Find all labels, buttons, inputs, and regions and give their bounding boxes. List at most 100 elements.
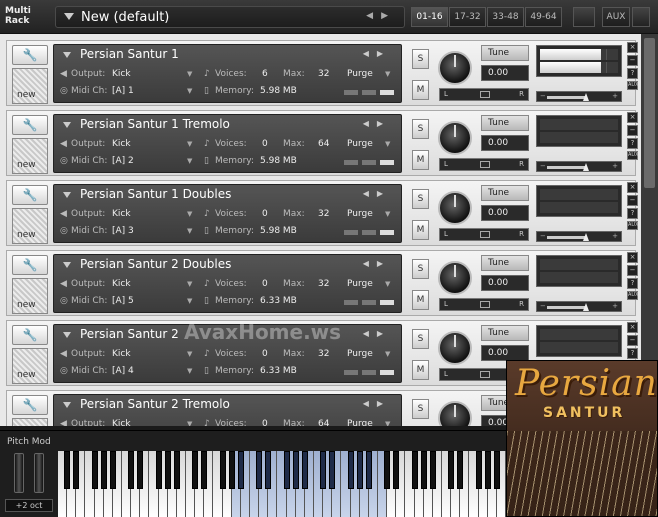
rack-close-icon[interactable] (632, 7, 650, 27)
aux-toggle[interactable]: AUX (627, 291, 639, 300)
midi-value[interactable]: [A] 1 (112, 86, 134, 96)
purge-button[interactable]: Purge (347, 279, 373, 289)
wrench-icon[interactable]: 🔧 (12, 395, 48, 415)
tune-value[interactable]: 0.00 (481, 135, 529, 151)
pan-handle[interactable] (480, 231, 490, 238)
black-key[interactable] (320, 451, 327, 489)
instrument-nav-arrows[interactable]: ◀▶ (363, 399, 391, 408)
mute-button[interactable]: M (412, 150, 429, 170)
aux-toggle[interactable]: AUX (627, 81, 639, 90)
black-key[interactable] (420, 451, 427, 489)
black-key[interactable] (283, 451, 290, 489)
pan-handle[interactable] (480, 161, 490, 168)
instrument-thumbnail[interactable]: new (12, 278, 48, 314)
black-key[interactable] (228, 451, 235, 489)
black-key[interactable] (137, 451, 144, 489)
wrench-icon[interactable]: 🔧 (12, 45, 48, 65)
prev-arrow-icon[interactable]: ◀ (363, 399, 377, 408)
midi-dropdown-icon[interactable]: ▼ (187, 87, 192, 95)
black-key[interactable] (384, 451, 391, 489)
aux-button[interactable]: AUX (602, 7, 630, 27)
midi-dropdown-icon[interactable]: ▼ (187, 297, 192, 305)
purge-button[interactable]: Purge (347, 209, 373, 219)
purge-dropdown-icon[interactable]: ▼ (385, 280, 390, 288)
chevron-down-icon[interactable] (64, 13, 74, 20)
aux-toggle[interactable]: AUX (627, 151, 639, 160)
purge-dropdown-icon[interactable]: ▼ (385, 140, 390, 148)
mute-button[interactable]: M (412, 80, 429, 100)
pan-handle[interactable] (480, 301, 490, 308)
max-value[interactable]: 32 (318, 349, 329, 359)
help-icon[interactable]: ? (627, 208, 638, 219)
prev-arrow-icon[interactable]: ◀ (363, 259, 377, 268)
black-key[interactable] (365, 451, 372, 489)
next-arrow-icon[interactable]: ▶ (377, 329, 391, 338)
instrument-nav-arrows[interactable]: ◀▶ (363, 189, 391, 198)
piano-keyboard[interactable] (58, 451, 506, 517)
instrument-name[interactable]: Persian Santur 2 Doubles (80, 257, 231, 271)
prev-arrow-icon[interactable]: ◀ (363, 189, 377, 198)
instrument-nav-arrows[interactable]: ◀▶ (363, 49, 391, 58)
black-key[interactable] (73, 451, 80, 489)
midi-value[interactable]: [A] 2 (112, 156, 134, 166)
purge-button[interactable]: Purge (347, 349, 373, 359)
tune-knob[interactable] (438, 191, 472, 225)
tune-knob[interactable] (438, 401, 472, 426)
instrument-thumbnail[interactable]: new (12, 68, 48, 104)
close-icon[interactable]: × (627, 182, 638, 193)
instrument-thumbnail[interactable]: new (12, 138, 48, 174)
instrument-name[interactable]: Persian Santur 1 (80, 47, 179, 61)
wrench-icon[interactable]: 🔧 (12, 255, 48, 275)
black-key[interactable] (192, 451, 199, 489)
instrument-nav-arrows[interactable]: ◀▶ (363, 259, 391, 268)
output-dropdown-icon[interactable]: ▼ (187, 350, 192, 358)
solo-button[interactable]: S (412, 259, 429, 279)
max-value[interactable]: 32 (318, 69, 329, 79)
pan-handle[interactable] (480, 91, 490, 98)
mute-button[interactable]: M (412, 290, 429, 310)
pan-slider[interactable]: LR (439, 298, 529, 311)
tune-knob[interactable] (438, 121, 472, 155)
output-dropdown-icon[interactable]: ▼ (187, 140, 192, 148)
close-icon[interactable]: × (627, 112, 638, 123)
black-key[interactable] (219, 451, 226, 489)
volume-handle[interactable] (583, 233, 589, 241)
output-dropdown-icon[interactable]: ▼ (187, 280, 192, 288)
purge-dropdown-icon[interactable]: ▼ (385, 420, 390, 426)
close-icon[interactable]: × (627, 252, 638, 263)
midi-value[interactable]: [A] 4 (112, 366, 134, 376)
max-value[interactable]: 64 (318, 419, 329, 426)
minimize-icon[interactable]: − (627, 335, 638, 346)
black-key[interactable] (256, 451, 263, 489)
black-key[interactable] (356, 451, 363, 489)
volume-slider[interactable]: −+ (536, 301, 622, 312)
solo-button[interactable]: S (412, 399, 429, 419)
black-key[interactable] (201, 451, 208, 489)
purge-dropdown-icon[interactable]: ▼ (385, 210, 390, 218)
wrench-icon[interactable]: 🔧 (12, 115, 48, 135)
chevron-down-icon[interactable] (63, 192, 71, 198)
black-key[interactable] (173, 451, 180, 489)
tune-value[interactable]: 0.00 (481, 205, 529, 221)
midi-dropdown-icon[interactable]: ▼ (187, 227, 192, 235)
instrument-thumbnail[interactable]: new (12, 418, 48, 426)
tune-knob[interactable] (438, 261, 472, 295)
volume-handle[interactable] (583, 93, 589, 101)
chevron-down-icon[interactable] (63, 262, 71, 268)
solo-button[interactable]: S (412, 189, 429, 209)
midi-dropdown-icon[interactable]: ▼ (187, 367, 192, 375)
purge-dropdown-icon[interactable]: ▼ (385, 70, 390, 78)
purge-dropdown-icon[interactable]: ▼ (385, 350, 390, 358)
black-key[interactable] (164, 451, 171, 489)
black-key[interactable] (265, 451, 272, 489)
tune-knob[interactable] (438, 331, 472, 365)
page-tab-1[interactable]: 01-16 (411, 7, 448, 27)
output-value[interactable]: Kick (112, 349, 131, 359)
black-key[interactable] (109, 451, 116, 489)
midi-dropdown-icon[interactable]: ▼ (187, 157, 192, 165)
output-value[interactable]: Kick (112, 419, 131, 426)
volume-slider[interactable]: −+ (536, 231, 622, 242)
mod-wheel[interactable] (34, 453, 44, 493)
black-key[interactable] (301, 451, 308, 489)
black-key[interactable] (475, 451, 482, 489)
